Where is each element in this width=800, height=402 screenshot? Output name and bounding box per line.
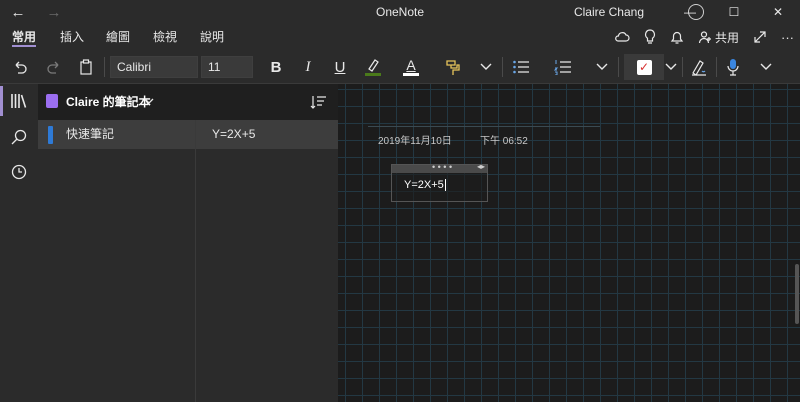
vertical-scrollbar[interactable] bbox=[795, 264, 799, 324]
font-name-field[interactable]: Calibri bbox=[110, 56, 198, 78]
note-text[interactable]: Y=2X+5 bbox=[404, 179, 446, 192]
share-label: 共用 bbox=[714, 30, 739, 45]
maximize-button[interactable]: ☐ bbox=[712, 0, 756, 24]
notebook-icon bbox=[46, 94, 58, 108]
sections-list: 快速筆記 bbox=[38, 120, 195, 402]
tab-draw[interactable]: 繪圖 bbox=[106, 24, 130, 50]
navigation-rail bbox=[0, 84, 38, 402]
ribbon-separator bbox=[502, 57, 503, 77]
ink-to-text-icon[interactable] bbox=[688, 55, 710, 79]
ribbon-separator bbox=[104, 57, 105, 77]
text-cursor bbox=[444, 179, 446, 192]
tab-help[interactable]: 說明 bbox=[200, 24, 224, 50]
numbering-icon[interactable] bbox=[552, 55, 574, 79]
bold-button[interactable]: B bbox=[266, 55, 286, 79]
font-size-field[interactable]: 11 bbox=[201, 56, 253, 78]
page-title-underline bbox=[368, 126, 600, 127]
tab-home[interactable]: 常用 bbox=[12, 24, 37, 50]
checkmark-icon: ✓ bbox=[636, 59, 652, 75]
title-bar: ← → OneNote Claire Chang — ☐ ✕ bbox=[0, 0, 800, 24]
paragraph-more-chevron-icon[interactable] bbox=[594, 55, 610, 79]
section-color-tab bbox=[48, 126, 53, 144]
recent-icon[interactable] bbox=[0, 155, 38, 189]
pages-list: Y=2X+5 bbox=[195, 120, 339, 402]
note-text-content: Y=2X+5 bbox=[404, 179, 444, 191]
todo-tag-icon[interactable]: ✓ bbox=[624, 54, 664, 80]
sync-status-icon[interactable] bbox=[614, 30, 630, 44]
page-date: 2019年11月10日 bbox=[378, 136, 452, 147]
notifications-bell-icon[interactable] bbox=[670, 29, 684, 45]
share-person-icon bbox=[698, 31, 711, 44]
highlighter-icon[interactable] bbox=[362, 55, 384, 79]
dictate-icon[interactable] bbox=[722, 55, 744, 79]
bullets-icon[interactable] bbox=[510, 55, 532, 79]
note-drag-handle[interactable]: • • • • ◂▸ bbox=[392, 162, 487, 173]
italic-button[interactable]: I bbox=[298, 55, 318, 79]
chevron-down-icon bbox=[144, 84, 154, 120]
note-container[interactable]: • • • • ◂▸ Y=2X+5 bbox=[391, 162, 488, 202]
notebook-title: Claire 的筆記本 bbox=[66, 95, 151, 109]
section-label: 快速筆記 bbox=[66, 127, 115, 141]
resize-arrows-icon[interactable]: ◂▸ bbox=[477, 162, 485, 171]
forward-button[interactable]: → bbox=[36, 0, 72, 24]
search-icon[interactable] bbox=[0, 120, 38, 154]
menu-bar: 常用 插入 繪圖 檢視 說明 共用 ··· bbox=[0, 24, 800, 50]
ribbon-more-chevron-icon[interactable] bbox=[758, 55, 774, 79]
notebooks-icon[interactable] bbox=[0, 84, 38, 118]
notebook-switcher[interactable]: Claire 的筆記本 bbox=[38, 84, 338, 120]
ribbon-separator bbox=[682, 57, 683, 77]
page-canvas[interactable]: 2019年11月10日 下午 06:52 • • • • ◂▸ Y=2X+5 bbox=[338, 84, 800, 402]
section-item-quick-notes[interactable]: 快速筆記 bbox=[38, 120, 195, 149]
tab-insert[interactable]: 插入 bbox=[60, 24, 84, 50]
lightbulb-icon[interactable] bbox=[644, 29, 656, 45]
format-painter-icon[interactable] bbox=[442, 55, 464, 79]
sort-pages-icon[interactable] bbox=[310, 93, 328, 111]
tags-more-chevron-icon[interactable] bbox=[664, 55, 678, 79]
close-button[interactable]: ✕ bbox=[756, 0, 800, 24]
ribbon-toolbar: Calibri 11 B I U A ✓ bbox=[0, 50, 800, 84]
page-item[interactable]: Y=2X+5 bbox=[196, 120, 339, 149]
tab-view[interactable]: 檢視 bbox=[153, 24, 177, 50]
more-options-icon[interactable]: ··· bbox=[781, 30, 794, 45]
undo-icon[interactable] bbox=[10, 55, 30, 79]
page-label: Y=2X+5 bbox=[212, 127, 256, 141]
font-color-swatch bbox=[403, 72, 419, 76]
user-name[interactable]: Claire Chang bbox=[574, 0, 644, 24]
font-color-label: A bbox=[406, 56, 416, 73]
minimize-button[interactable]: — bbox=[668, 0, 712, 24]
ribbon-separator bbox=[618, 57, 619, 77]
ribbon-separator bbox=[716, 57, 717, 77]
back-button[interactable]: ← bbox=[0, 0, 36, 24]
text-format-more-chevron-icon[interactable] bbox=[478, 55, 494, 79]
redo-icon[interactable] bbox=[44, 55, 64, 79]
page-time: 下午 06:52 bbox=[480, 136, 528, 147]
share-button[interactable]: 共用 bbox=[698, 29, 739, 46]
fullscreen-expand-icon[interactable] bbox=[753, 30, 767, 44]
underline-button[interactable]: U bbox=[330, 55, 350, 79]
clipboard-icon[interactable] bbox=[76, 55, 96, 79]
grip-dots-icon: • • • • bbox=[432, 162, 453, 172]
font-color-button[interactable]: A bbox=[400, 55, 422, 79]
